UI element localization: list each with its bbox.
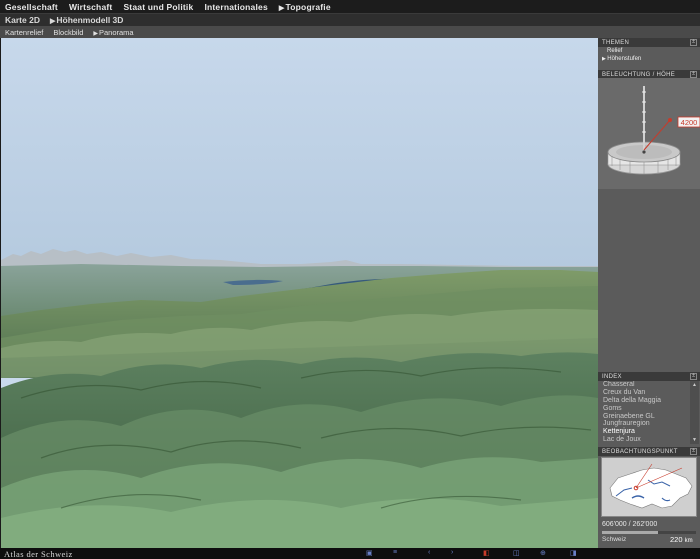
zoom-slider-fill [602,531,659,534]
subnav-item-label: Höhenmodell 3D [56,15,124,25]
top-navigation: Gesellschaft Wirtschaft Staat und Politik I… [0,0,700,13]
zoom-number: 220 [670,535,683,544]
viewpoint-coordinates: 606'000 / 262'000 [602,521,658,528]
subnav-item-label: Karte 2D [5,15,40,25]
viewpoint-header: BEOBACHTUNGSPUNKT ± [598,447,700,456]
index-item[interactable]: Kettenjura [603,428,689,436]
themes-list: Relief ▶ Höhenstufen [598,47,700,63]
map-icon[interactable]: ◫ [513,549,520,557]
collapse-icon[interactable]: ± [690,448,697,455]
sub-navigation: Karte 2D ▶Höhenmodell 3D [0,13,700,26]
foreground-slopes [1,498,598,548]
collapse-icon[interactable]: ± [690,39,697,46]
terrain-panorama[interactable] [1,38,598,548]
light-source-handle[interactable] [668,118,672,122]
scroll-up-icon[interactable]: ▲ [690,382,699,388]
topnav-item[interactable]: Staat und Politik [123,2,193,12]
topnav-item-label: Topografie [285,1,331,12]
index-item[interactable]: Lac de Joux [603,436,689,444]
switzerland-map[interactable] [602,458,697,517]
lighting-control[interactable]: 4200 [598,78,700,189]
index-item[interactable]: Chasseral [603,381,689,389]
collapse-icon[interactable]: ± [690,373,697,380]
scroll-down-icon[interactable]: ▼ [690,437,699,443]
forward-arrow-icon[interactable]: › [451,549,453,556]
active-arrow-icon: ▶ [49,18,56,25]
theme-item[interactable]: ▶ Höhenstufen [602,55,700,63]
themes-title: THEMEN [602,39,630,46]
active-arrow-icon: ▶ [278,4,285,12]
overview-map[interactable] [601,457,697,517]
topnav-item[interactable]: Internationales [204,2,267,12]
topnav-item-label: Internationales [204,1,268,12]
index-item[interactable]: Greinaebene GL [603,413,689,421]
theme-item-label: Höhenstufen [607,56,642,62]
theme-item-label: Relief [607,48,623,54]
topnav-item[interactable]: Gesellschaft [5,2,58,12]
active-arrow-icon: ▶ [93,30,98,37]
subnav-item[interactable]: ▶Höhenmodell 3D [50,15,123,25]
topnav-item-label: Wirtschaft [68,1,113,12]
view-tabs: Kartenrelief Blockbild ▶Panorama [0,26,700,38]
index-item[interactable]: Goms [603,405,689,413]
zoom-unit: km [684,538,693,544]
subnav-item[interactable]: Karte 2D [5,15,40,25]
index-header: INDEX ± [598,372,700,381]
zoom-value: 220 km [670,535,693,544]
viewpoint-title: BEOBACHTUNGSPUNKT [602,448,678,455]
tab-item[interactable]: Kartenrelief [5,28,43,37]
tab-item-label: Panorama [99,27,134,37]
topnav-item[interactable]: ▶Topografie [279,2,331,12]
theme-item[interactable]: Relief [602,47,700,55]
height-value: 4200 [681,118,698,127]
collapse-icon[interactable]: ± [690,71,697,78]
index-item[interactable]: Delta della Maggia [603,397,689,405]
tab-item[interactable]: Blockbild [53,28,83,37]
info-icon[interactable]: ⊕ [540,549,546,557]
dial-center-dot [642,150,646,154]
settings-icon[interactable]: ◨ [570,549,577,557]
side-panel: THEMEN ± Relief ▶ Höhenstufen BELEUCHTUNG… [598,38,700,548]
lighting-dial[interactable]: 4200 [598,78,700,189]
tab-item[interactable]: ▶Panorama [93,28,133,37]
topnav-item-label: Staat und Politik [123,1,194,12]
index-scrollbar[interactable]: ▲ ▼ [690,381,699,444]
topnav-item-label: Gesellschaft [5,1,58,12]
atlas-brand: Atlas der Schweiz [4,549,73,559]
help-icon[interactable]: ◧ [483,549,490,557]
print-icon[interactable]: ▣ [366,549,373,557]
index-title: INDEX [602,373,622,380]
list-icon[interactable]: ≡ [393,549,397,556]
themes-header: THEMEN ± [598,38,700,47]
topnav-item[interactable]: Wirtschaft [69,2,112,12]
back-arrow-icon[interactable]: ‹ [428,549,430,556]
footer: Atlas der Schweiz ▣ ≡ ‹ › ◧ ◫ ⊕ ◨ [0,548,700,559]
tab-item-label: Kartenrelief [5,27,44,37]
zoom-slider[interactable] [602,531,696,534]
lighting-title: BELEUCHTUNG / HÖHE [602,71,676,78]
index-item[interactable]: Jungfrauregion [603,420,689,428]
tab-item-label: Blockbild [53,27,84,37]
sky [1,38,598,268]
zoom-label: Schweiz [602,536,627,543]
index-item[interactable]: Creux du Van [603,389,689,397]
index-list: Chasseral Creux du Van Delta della Maggia G… [598,381,689,444]
terrain-3d-viewport[interactable] [1,38,598,548]
